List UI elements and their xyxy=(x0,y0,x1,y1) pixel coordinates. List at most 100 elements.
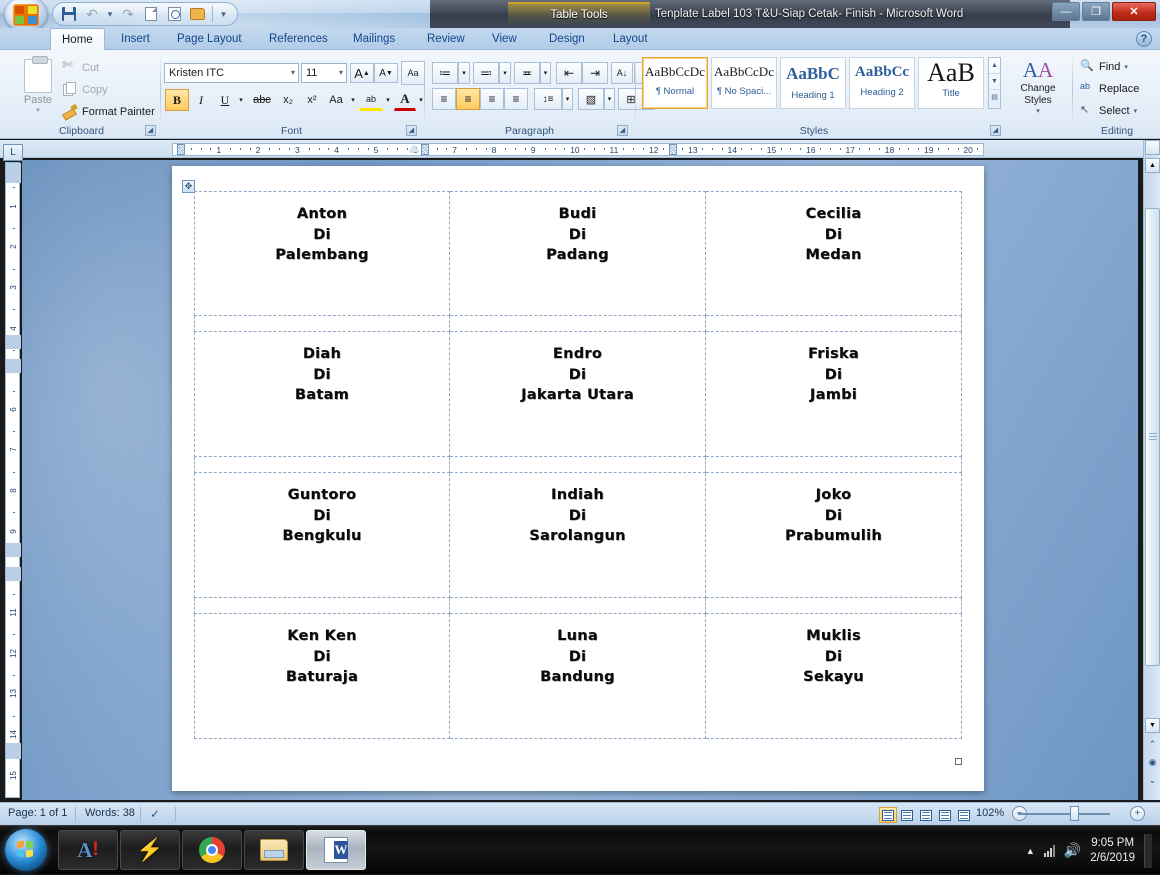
bold-button[interactable]: B xyxy=(165,89,189,111)
redo-button[interactable]: ↷ xyxy=(118,4,138,24)
scroll-down-button[interactable]: ▼ xyxy=(1145,718,1160,733)
label-cell[interactable]: Budi Di Padang xyxy=(450,191,706,316)
view-print-layout-button[interactable] xyxy=(879,807,897,823)
style-heading-1[interactable]: AaBbC Heading 1 xyxy=(780,57,846,109)
scroll-up-button[interactable]: ▲ xyxy=(1145,158,1160,173)
view-full-screen-reading-button[interactable] xyxy=(898,807,916,823)
font-color-button[interactable]: A xyxy=(394,89,416,111)
gutter-cell[interactable] xyxy=(450,457,706,473)
style-normal[interactable]: AaBbCcDc ¶ Normal xyxy=(642,57,708,109)
view-outline-button[interactable] xyxy=(936,807,954,823)
taskbar-item-microsoft-word[interactable]: W xyxy=(306,830,366,870)
line-spacing-button[interactable]: ↕≡ xyxy=(534,88,562,110)
gutter-cell[interactable] xyxy=(194,316,450,332)
style-heading-2[interactable]: AaBbCc Heading 2 xyxy=(849,57,915,109)
vertical-ruler[interactable]: 123456789101112131415 xyxy=(5,162,21,798)
column-marker[interactable] xyxy=(177,144,185,155)
help-icon[interactable]: ? xyxy=(1136,31,1152,47)
volume-icon[interactable]: 🔊 xyxy=(1064,842,1081,859)
gutter-cell[interactable] xyxy=(706,316,962,332)
new-document-button[interactable] xyxy=(141,4,161,24)
underline-button[interactable]: U xyxy=(213,89,237,111)
print-preview-button[interactable] xyxy=(164,4,184,24)
gutter-cell[interactable] xyxy=(706,598,962,614)
styles-dialog-launcher[interactable]: ◢ xyxy=(990,125,1001,136)
copy-button[interactable]: Copy xyxy=(62,82,108,97)
select-browse-object-button[interactable]: ◉ xyxy=(1146,756,1159,769)
multilevel-dropdown[interactable]: ▾ xyxy=(540,62,551,84)
table-row[interactable]: Ken Ken Di Baturaja Luna Di Bandung Muklis Di Se… xyxy=(194,614,962,739)
label-cell[interactable]: Diah Di Batam xyxy=(194,332,450,457)
numbering-dropdown[interactable]: ▾ xyxy=(499,62,511,84)
table-gutter-row[interactable] xyxy=(194,598,962,614)
undo-button[interactable]: ↶ xyxy=(82,4,102,24)
network-icon[interactable] xyxy=(1043,844,1055,857)
justify-button[interactable]: ≡ xyxy=(504,88,528,110)
italic-button[interactable]: I xyxy=(189,89,213,111)
save-button[interactable] xyxy=(59,4,79,24)
style-no-spacing[interactable]: AaBbCcDc ¶ No Spaci... xyxy=(711,57,777,109)
highlight-dropdown[interactable]: ▾ xyxy=(383,89,393,111)
column-marker[interactable] xyxy=(421,144,429,155)
view-web-layout-button[interactable] xyxy=(917,807,935,823)
scrollbar-thumb[interactable] xyxy=(1145,208,1160,666)
customize-qat-button[interactable]: ▾ xyxy=(218,4,229,24)
maximize-button[interactable]: ❐ xyxy=(1082,2,1110,21)
label-cell[interactable]: Luna Di Bandung xyxy=(450,614,706,739)
grow-font-button[interactable]: A ▲ xyxy=(350,63,374,83)
table-resize-handle[interactable] xyxy=(955,758,962,765)
style-title[interactable]: AaB Title xyxy=(918,57,984,109)
gutter-cell[interactable] xyxy=(450,598,706,614)
tab-references[interactable]: References xyxy=(258,28,339,50)
bullets-dropdown[interactable]: ▾ xyxy=(458,62,470,84)
tab-review[interactable]: Review xyxy=(416,28,476,50)
open-button[interactable] xyxy=(187,4,207,24)
select-button[interactable]: ↖ Select ▾ xyxy=(1080,103,1137,118)
shrink-font-button[interactable]: A ▼ xyxy=(374,63,398,83)
chevron-down-icon[interactable]: ▾ xyxy=(339,64,343,82)
line-spacing-dropdown[interactable]: ▾ xyxy=(562,88,573,110)
bullets-button[interactable]: ≔ xyxy=(432,62,458,84)
clock[interactable]: 9:05 PM 2/6/2019 xyxy=(1090,836,1135,866)
previous-page-button[interactable]: ⌃ xyxy=(1146,738,1159,751)
cut-button[interactable]: Cut xyxy=(62,57,99,75)
label-cell[interactable]: Cecilia Di Medan xyxy=(706,191,962,316)
align-center-button[interactable]: ≡ xyxy=(456,88,480,110)
styles-gallery-scroll[interactable]: ▲ ▼ ▤ xyxy=(988,57,1001,109)
font-dialog-launcher[interactable]: ◢ xyxy=(406,125,417,136)
clear-formatting-button[interactable]: Aa xyxy=(401,61,425,85)
styles-more[interactable]: ▤ xyxy=(989,90,1000,106)
tab-view[interactable]: View xyxy=(481,28,528,50)
gutter-cell[interactable] xyxy=(450,316,706,332)
start-button[interactable] xyxy=(5,829,47,871)
label-cell[interactable]: Ken Ken Di Baturaja xyxy=(194,614,450,739)
tab-layout[interactable]: Layout xyxy=(602,28,659,50)
table-row[interactable]: Diah Di Batam Endro Di Jakarta Utara Friska Di J… xyxy=(194,332,962,457)
taskbar-item-windows-explorer[interactable] xyxy=(244,830,304,870)
font-name-input[interactable]: Kristen ITC ▾ xyxy=(164,63,299,83)
close-button[interactable]: ✕ xyxy=(1112,2,1156,21)
column-marker[interactable] xyxy=(669,144,677,155)
office-button[interactable] xyxy=(4,0,48,28)
tab-home[interactable]: Home xyxy=(50,28,105,51)
shading-button[interactable]: ▧ xyxy=(578,88,604,110)
zoom-in-button[interactable]: + xyxy=(1130,806,1145,821)
taskbar-item-adobe-acrobat[interactable]: A! xyxy=(58,830,118,870)
document-page[interactable]: ✥ Anton Di Palembang Budi Di Padang Cecilia Di M… xyxy=(172,166,984,791)
change-case-dropdown[interactable]: ▾ xyxy=(348,89,358,111)
change-styles-button[interactable]: AA Change Styles ▾ xyxy=(1007,57,1069,115)
table-row[interactable]: Guntoro Di Bengkulu Indiah Di Sarolangun Joko D… xyxy=(194,473,962,598)
tab-selector-button[interactable]: L xyxy=(3,144,23,161)
label-cell[interactable]: Endro Di Jakarta Utara xyxy=(450,332,706,457)
gutter-cell[interactable] xyxy=(194,457,450,473)
table-gutter-row[interactable] xyxy=(194,457,962,473)
split-handle[interactable] xyxy=(1145,140,1160,155)
chevron-down-icon[interactable]: ▾ xyxy=(291,64,295,82)
shading-dropdown[interactable]: ▾ xyxy=(604,88,615,110)
zoom-slider[interactable] xyxy=(1018,806,1110,821)
paragraph-dialog-launcher[interactable]: ◢ xyxy=(617,125,628,136)
zoom-slider-thumb[interactable] xyxy=(1070,806,1079,821)
next-page-button[interactable]: ⌄ xyxy=(1146,774,1159,787)
page-indicator[interactable]: Page: 1 of 1 xyxy=(8,807,67,819)
superscript-button[interactable]: x² xyxy=(300,89,324,111)
